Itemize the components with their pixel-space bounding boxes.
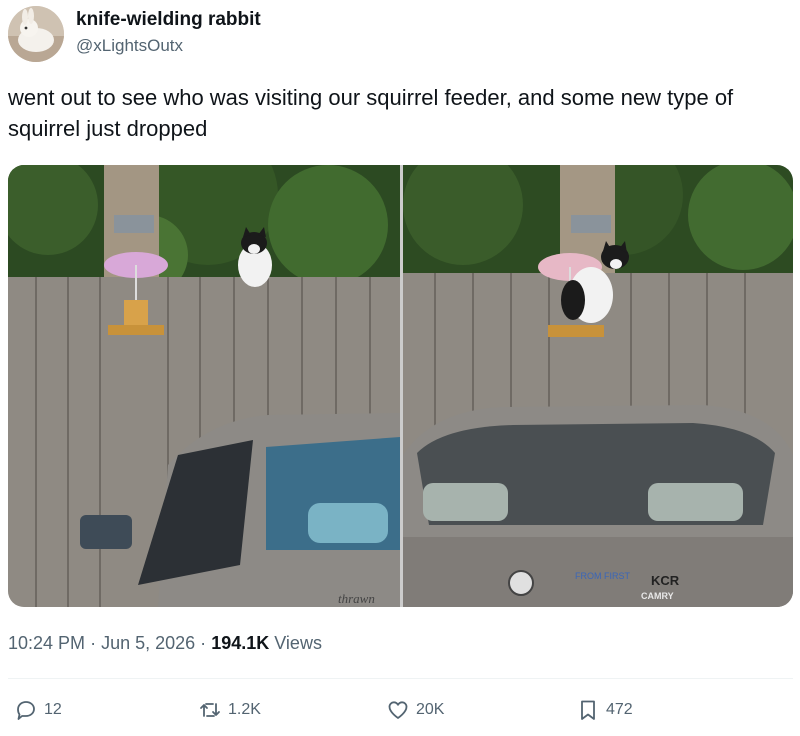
repost-arrows-icon <box>200 703 220 717</box>
bookmark-count: 472 <box>606 701 633 718</box>
reply-button[interactable]: 12 <box>14 698 62 722</box>
meta-separator: · <box>90 633 97 653</box>
bookmark-button[interactable]: 472 <box>576 698 633 722</box>
tweet-media[interactable]: thrawn FROM FIRST KCR CAMRY <box>8 165 793 607</box>
tweet-meta: 10:24 PM · Jun 5, 2026 · 194.1K Views <box>8 630 322 656</box>
tweet-date[interactable]: Jun 5, 2026 <box>101 633 195 653</box>
like-button[interactable]: 20K <box>386 698 444 722</box>
tweet-photo-2[interactable]: FROM FIRST KCR CAMRY <box>403 165 793 607</box>
divider <box>8 678 793 679</box>
reply-count: 12 <box>44 701 62 718</box>
author-display-name[interactable]: knife-wielding rabbit <box>76 8 261 32</box>
speech-bubble-icon <box>17 701 35 720</box>
repost-count: 1.2K <box>228 701 261 718</box>
avatar[interactable] <box>8 6 64 62</box>
views-label: Views <box>274 633 322 653</box>
car-badge-text: CAMRY <box>641 591 674 601</box>
author-handle[interactable]: @xLightsOutx <box>76 35 261 57</box>
tweet-photo-1[interactable]: thrawn <box>8 165 400 607</box>
car-sticker-kcr: KCR <box>651 573 680 588</box>
tweet-text: went out to see who was visiting our squ… <box>8 85 734 141</box>
tweet-author: knife-wielding rabbit @xLightsOutx <box>76 8 261 57</box>
car-model-text: thrawn <box>338 591 375 606</box>
like-count: 20K <box>416 701 445 718</box>
tweet-actions: 12 1.2K 20K 472 <box>0 698 800 730</box>
repost-button[interactable]: 1.2K <box>198 698 261 722</box>
tweet-time[interactable]: 10:24 PM <box>8 633 85 653</box>
views-count: 194.1K <box>211 633 270 653</box>
meta-separator: · <box>200 633 207 653</box>
car-sticker-text: FROM FIRST <box>575 571 630 581</box>
avatar-image <box>8 6 64 62</box>
heart-icon <box>388 701 408 719</box>
bookmark-icon <box>581 700 595 720</box>
